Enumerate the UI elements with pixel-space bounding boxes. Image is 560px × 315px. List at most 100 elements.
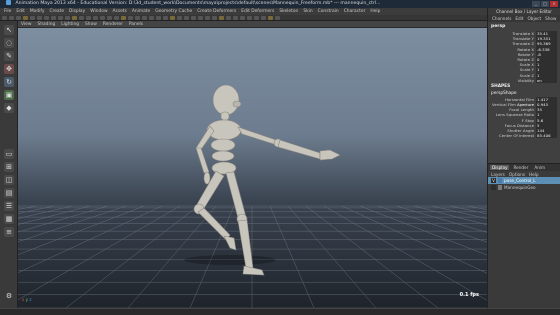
menu-help[interactable]: Help — [370, 8, 380, 15]
toolbar-button-icon[interactable] — [233, 15, 238, 20]
toolbar-button-icon[interactable] — [79, 15, 84, 20]
mannequin-right-foot[interactable] — [223, 235, 237, 251]
menu-assets[interactable]: Assets — [113, 8, 127, 15]
toolbar-button-icon[interactable] — [37, 15, 42, 20]
layer-color-swatch[interactable] — [498, 178, 502, 183]
toolbar-button-icon[interactable] — [128, 15, 133, 20]
channel-box-node-name[interactable]: persp — [488, 22, 560, 31]
menu-create-deformers[interactable]: Create Deformers — [197, 8, 236, 15]
toolbar-button-icon[interactable] — [268, 15, 273, 20]
four-view-layout-icon[interactable]: ⊞ — [4, 162, 14, 172]
toolbar-button-icon[interactable] — [184, 15, 189, 20]
attribute-row[interactable]: Visibility on — [488, 77, 560, 83]
toolbar-button-icon[interactable] — [9, 15, 14, 20]
mannequin-abdomen-lower[interactable] — [211, 150, 235, 162]
panel-menu-renderer[interactable]: Renderer — [103, 21, 123, 27]
menu-create[interactable]: Create — [49, 8, 64, 15]
toolbar-button-icon[interactable] — [121, 15, 126, 20]
menu-skin[interactable]: Skin — [303, 8, 312, 15]
hypershade-layout-icon[interactable]: ▦ — [4, 214, 14, 224]
mannequin-right-upper-arm[interactable] — [237, 126, 281, 147]
attribute-row[interactable]: Center Of Interest 85.406 — [488, 133, 560, 139]
lasso-tool-icon[interactable]: ◌ — [4, 38, 14, 48]
toolbar-button-icon[interactable] — [2, 15, 7, 20]
toolbar-button-icon[interactable] — [226, 15, 231, 20]
mannequin-left-upper-arm[interactable] — [195, 125, 215, 152]
toolbar-button-icon[interactable] — [156, 15, 161, 20]
layer-visibility-toggle[interactable]: V — [491, 178, 496, 183]
toolbar-button-icon[interactable] — [93, 15, 98, 20]
toolbar-button-icon[interactable] — [247, 15, 252, 20]
toolbar-button-icon[interactable] — [114, 15, 119, 20]
toolbar-button-icon[interactable] — [275, 15, 280, 20]
toolbar-button-icon[interactable] — [51, 15, 56, 20]
menu-edit[interactable]: Edit — [16, 8, 25, 15]
layer-tab-anim[interactable]: Anim — [532, 165, 547, 170]
toolbar-button-icon[interactable] — [205, 15, 210, 20]
mannequin-neck[interactable] — [220, 111, 230, 121]
layer-row[interactable]: MannequinGeo — [488, 184, 560, 191]
menu-modify[interactable]: Modify — [30, 8, 45, 15]
channel-menu-object[interactable]: Object — [527, 16, 541, 21]
toolbar-button-icon[interactable] — [86, 15, 91, 20]
toolbar-button-icon[interactable] — [191, 15, 196, 20]
shape-node-name[interactable]: perspShape — [488, 90, 560, 97]
menu-display[interactable]: Display — [69, 8, 85, 15]
channel-menu-channels[interactable]: Channels — [492, 16, 511, 21]
menu-constrain[interactable]: Constrain — [318, 8, 339, 15]
mannequin-right-shin[interactable] — [197, 207, 231, 241]
layer-tab-display[interactable]: Display — [490, 165, 510, 170]
toolbar-button-icon[interactable] — [58, 15, 63, 20]
mannequin-character[interactable] — [193, 84, 341, 276]
last-tool-icon[interactable]: ◆ — [4, 103, 14, 113]
mannequin-right-forearm[interactable] — [277, 139, 321, 160]
layer-menu-help[interactable]: Help — [529, 172, 539, 177]
side-by-side-layout-icon[interactable]: ◫ — [4, 175, 14, 185]
maximize-button[interactable]: □ — [541, 1, 549, 7]
minimize-button[interactable]: _ — [532, 1, 540, 7]
panel-menu-panels[interactable]: Panels — [129, 21, 143, 27]
menu-character[interactable]: Character — [344, 8, 366, 15]
toolbar-button-icon[interactable] — [44, 15, 49, 20]
toolbar-button-icon[interactable] — [212, 15, 217, 20]
toolbar-button-icon[interactable] — [107, 15, 112, 20]
close-button[interactable]: × — [550, 1, 558, 7]
toolbar-button-icon[interactable] — [219, 15, 224, 20]
mannequin-left-foot[interactable] — [242, 265, 265, 276]
mannequin-left-hand[interactable] — [203, 171, 211, 185]
menu-edit-deformers[interactable]: Edit Deformers — [241, 8, 274, 15]
mannequin-left-forearm[interactable] — [195, 147, 210, 174]
toolbar-button-icon[interactable] — [198, 15, 203, 20]
single-view-layout-icon[interactable]: ▭ — [4, 149, 14, 159]
layer-row[interactable]: Vpose_Control_L — [488, 177, 560, 184]
toolbar-button-icon[interactable] — [149, 15, 154, 20]
panel-menu-view[interactable]: View — [21, 21, 31, 27]
channel-menu-show[interactable]: Show — [545, 16, 556, 21]
persp-graph-layout-icon[interactable]: ▤ — [4, 188, 14, 198]
menu-file[interactable]: File — [4, 8, 11, 15]
toolbar-button-icon[interactable] — [163, 15, 168, 20]
layer-color-swatch[interactable] — [498, 185, 502, 190]
toolbar-button-icon[interactable] — [72, 15, 77, 20]
attribute-value-field[interactable]: 85.406 — [536, 133, 557, 139]
attribute-value-field[interactable]: on — [536, 77, 557, 83]
outliner-layout-icon[interactable]: ☰ — [4, 201, 14, 211]
rotate-tool-icon[interactable]: ↻ — [4, 77, 14, 87]
perspective-viewport[interactable]: x y z 0.1 fps — [18, 28, 487, 308]
menu-skeleton[interactable]: Skeleton — [279, 8, 298, 15]
toolbar-button-icon[interactable] — [65, 15, 70, 20]
scale-tool-icon[interactable]: ▣ — [4, 90, 14, 100]
layer-menu-layers[interactable]: Layers — [491, 172, 505, 177]
paint-select-tool-icon[interactable]: ✎ — [4, 51, 14, 61]
mannequin-abdomen-upper[interactable] — [210, 138, 236, 152]
toolbar-button-icon[interactable] — [170, 15, 175, 20]
toolbar-button-icon[interactable] — [100, 15, 105, 20]
toolbar-button-icon[interactable] — [254, 15, 259, 20]
toolbar-button-icon[interactable] — [30, 15, 35, 20]
menu-animate[interactable]: Animate — [132, 8, 150, 15]
channel-menu-edit[interactable]: Edit — [515, 16, 523, 21]
select-tool-icon[interactable]: ↖ — [4, 25, 14, 35]
mannequin-head[interactable] — [212, 84, 240, 116]
layer-menu-options[interactable]: Options — [509, 172, 525, 177]
panel-menu-show[interactable]: Show — [85, 21, 97, 27]
